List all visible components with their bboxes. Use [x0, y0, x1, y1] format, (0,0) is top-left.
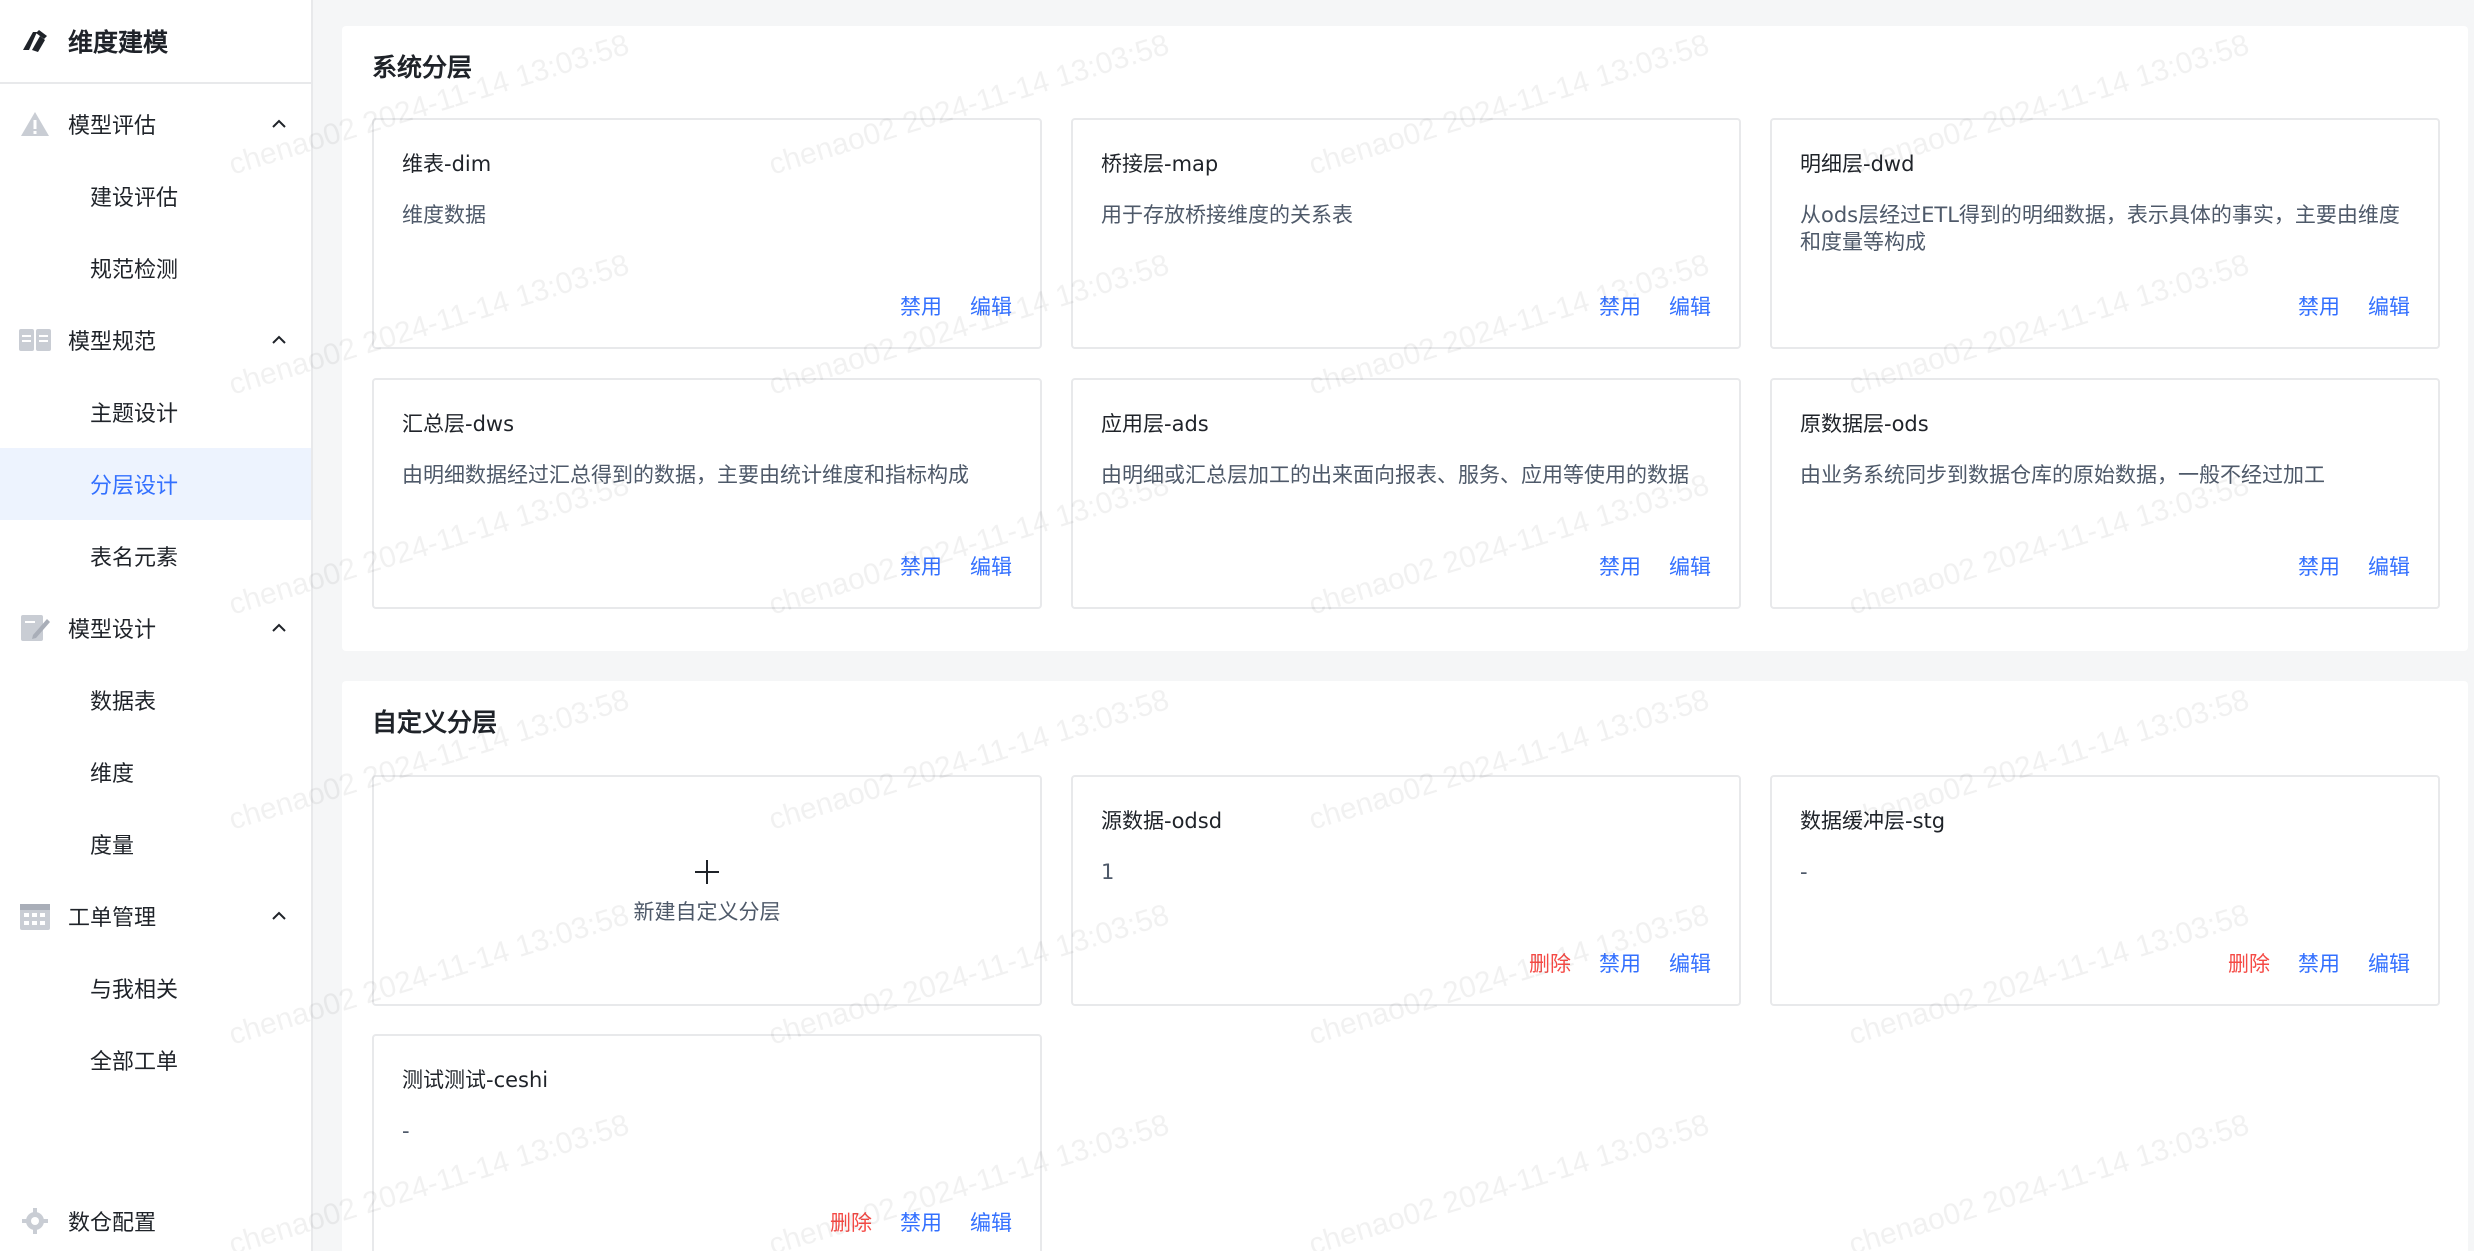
sidebar-item-data-table[interactable]: 数据表	[0, 664, 311, 736]
sidebar-item-construction-evaluation[interactable]: 建设评估	[0, 160, 311, 232]
sidebar-item-related-to-me[interactable]: 与我相关	[0, 952, 311, 1024]
layer-description: 用于存放桥接维度的关系表	[1101, 203, 1353, 227]
disable-button[interactable]: 禁用	[2298, 551, 2340, 581]
modeling-logo-icon	[20, 26, 50, 56]
chevron-up-icon[interactable]	[269, 618, 289, 638]
system-layers-panel: 系统分层 维表-dim 维度数据 禁用 编辑 桥接层-map 用于存放桥接维度的关…	[342, 26, 2468, 651]
sidebar-title: 维度建模	[68, 28, 169, 57]
chevron-up-icon[interactable]	[269, 906, 289, 926]
layer-description: -	[402, 1119, 410, 1143]
sidebar-group-label: 模型设计	[68, 618, 157, 643]
sidebar-header: 维度建模	[0, 0, 311, 84]
sidebar-item-all-tickets[interactable]: 全部工单	[0, 1024, 311, 1096]
sidebar-group-label: 工单管理	[68, 906, 157, 931]
disable-button[interactable]: 禁用	[2298, 291, 2340, 321]
layer-description: 维度数据	[402, 203, 486, 227]
plus-icon	[691, 856, 723, 888]
section-title: 自定义分层	[372, 708, 498, 737]
calendar-grid-icon	[18, 901, 52, 931]
chevron-up-icon[interactable]	[269, 330, 289, 350]
sidebar-footer-label: 数仓配置	[68, 1211, 157, 1236]
sidebar-item-subject-design[interactable]: 主题设计	[0, 376, 311, 448]
layer-name: 源数据-odsd	[1101, 809, 1223, 833]
layer-description: 从ods层经过ETL得到的明细数据，表示具体的事实，主要由维度和度量等构成	[1800, 203, 2400, 254]
layer-name: 桥接层-map	[1101, 152, 1219, 176]
layer-name: 数据缓冲层-stg	[1800, 809, 1946, 833]
delete-button[interactable]: 删除	[1529, 948, 1571, 978]
edit-pencil-icon	[18, 613, 52, 643]
layer-description: 由明细或汇总层加工的出来面向报表、服务、应用等使用的数据	[1101, 463, 1689, 487]
book-icon	[18, 325, 52, 355]
sidebar-footer-warehouse-config[interactable]: 数仓配置	[0, 1191, 311, 1251]
layer-card: 测试测试-ceshi - 删除 禁用 编辑	[372, 1034, 1042, 1251]
disable-button[interactable]: 禁用	[900, 291, 942, 321]
edit-button[interactable]: 编辑	[2368, 291, 2410, 321]
disable-button[interactable]: 禁用	[1599, 551, 1641, 581]
sidebar-item-dimension[interactable]: 维度	[0, 736, 311, 808]
layer-card: 维表-dim 维度数据 禁用 编辑	[372, 118, 1042, 349]
sidebar-item-layer-design[interactable]: 分层设计	[0, 448, 311, 520]
new-custom-layer-button[interactable]: 新建自定义分层	[372, 775, 1042, 1006]
sidebar-group-model-design[interactable]: 模型设计	[0, 592, 311, 664]
layer-card: 数据缓冲层-stg - 删除 禁用 编辑	[1770, 775, 2440, 1006]
layer-card: 原数据层-ods 由业务系统同步到数据仓库的原始数据，一般不经过加工 禁用 编辑	[1770, 378, 2440, 609]
sidebar-group-label: 模型评估	[68, 114, 157, 139]
disable-button[interactable]: 禁用	[900, 551, 942, 581]
gear-icon	[18, 1206, 52, 1236]
sidebar-group-model-standard[interactable]: 模型规范	[0, 304, 311, 376]
sidebar: 维度建模 模型评估 建设评估 规范检测 模型规范 主题设计 分层设计 表名元素	[0, 0, 313, 1251]
layer-name: 应用层-ads	[1101, 412, 1209, 436]
edit-button[interactable]: 编辑	[1669, 948, 1711, 978]
edit-button[interactable]: 编辑	[970, 291, 1012, 321]
layer-description: 1	[1101, 860, 1115, 884]
edit-button[interactable]: 编辑	[970, 1207, 1012, 1237]
triangle-warning-icon	[18, 109, 52, 139]
layer-card: 明细层-dwd 从ods层经过ETL得到的明细数据，表示具体的事实，主要由维度和…	[1770, 118, 2440, 349]
sidebar-group-ticket-management[interactable]: 工单管理	[0, 880, 311, 952]
sidebar-item-measure[interactable]: 度量	[0, 808, 311, 880]
disable-button[interactable]: 禁用	[1599, 948, 1641, 978]
layer-name: 原数据层-ods	[1800, 412, 1929, 436]
disable-button[interactable]: 禁用	[2298, 948, 2340, 978]
layer-description: 由业务系统同步到数据仓库的原始数据，一般不经过加工	[1800, 463, 2325, 487]
layer-description: 由明细数据经过汇总得到的数据，主要由统计维度和指标构成	[402, 463, 969, 487]
layer-name: 汇总层-dws	[402, 412, 515, 436]
chevron-up-icon[interactable]	[269, 114, 289, 134]
edit-button[interactable]: 编辑	[2368, 551, 2410, 581]
delete-button[interactable]: 删除	[830, 1207, 872, 1237]
layer-description: -	[1800, 860, 1808, 884]
edit-button[interactable]: 编辑	[2368, 948, 2410, 978]
new-custom-layer-label: 新建自定义分层	[633, 899, 781, 924]
custom-layers-panel: 自定义分层 新建自定义分层 源数据-odsd 1 删除 禁用 编辑 数据缓冲层-st…	[342, 681, 2468, 1251]
disable-button[interactable]: 禁用	[1599, 291, 1641, 321]
edit-button[interactable]: 编辑	[1669, 291, 1711, 321]
edit-button[interactable]: 编辑	[970, 551, 1012, 581]
sidebar-group-label: 模型规范	[68, 330, 157, 355]
sidebar-item-standard-check[interactable]: 规范检测	[0, 232, 311, 304]
app-root: 维度建模 模型评估 建设评估 规范检测 模型规范 主题设计 分层设计 表名元素	[0, 0, 2474, 1251]
delete-button[interactable]: 删除	[2228, 948, 2270, 978]
sidebar-item-table-name-elements[interactable]: 表名元素	[0, 520, 311, 592]
layer-name: 维表-dim	[402, 152, 492, 176]
edit-button[interactable]: 编辑	[1669, 551, 1711, 581]
layer-card: 汇总层-dws 由明细数据经过汇总得到的数据，主要由统计维度和指标构成 禁用 编辑	[372, 378, 1042, 609]
disable-button[interactable]: 禁用	[900, 1207, 942, 1237]
layer-card: 桥接层-map 用于存放桥接维度的关系表 禁用 编辑	[1071, 118, 1741, 349]
section-title: 系统分层	[372, 53, 473, 82]
layer-card: 源数据-odsd 1 删除 禁用 编辑	[1071, 775, 1741, 1006]
layer-name: 明细层-dwd	[1800, 152, 1915, 176]
layer-card: 应用层-ads 由明细或汇总层加工的出来面向报表、服务、应用等使用的数据 禁用编…	[1071, 378, 1741, 609]
sidebar-group-model-evaluation[interactable]: 模型评估	[0, 88, 311, 160]
layer-name: 测试测试-ceshi	[402, 1068, 549, 1092]
